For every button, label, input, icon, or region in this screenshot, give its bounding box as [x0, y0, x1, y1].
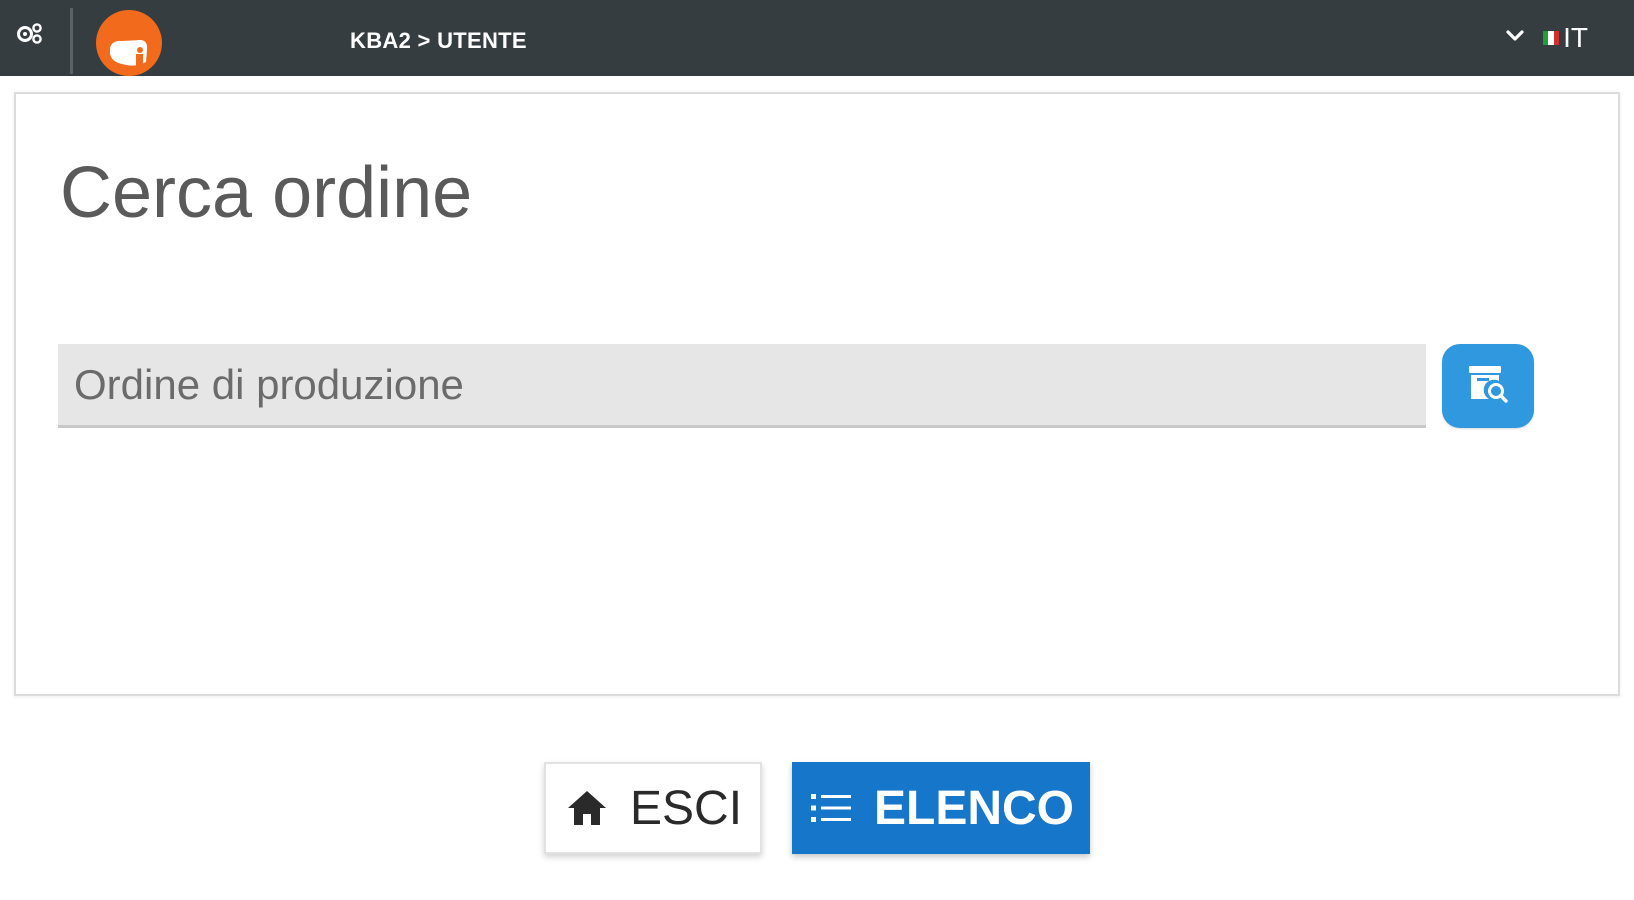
list-button-label: ELENCO — [874, 781, 1075, 835]
settings-button[interactable] — [8, 14, 52, 58]
page-title: Cerca ordine — [60, 153, 473, 233]
exit-button-label: ESCI — [630, 781, 743, 835]
breadcrumb: KBA2 > UTENTE — [350, 28, 527, 53]
exit-button[interactable]: ESCI — [544, 762, 762, 854]
language-code: IT — [1563, 22, 1588, 53]
archive-search-icon — [1465, 363, 1511, 410]
list-icon — [810, 791, 852, 825]
home-icon — [566, 789, 608, 827]
language-selector[interactable]: IT — [1505, 24, 1588, 52]
search-order-button[interactable] — [1442, 344, 1534, 428]
chevron-down-icon — [1505, 29, 1525, 48]
top-bar: KBA2 > UTENTE IT — [0, 0, 1634, 76]
app-logo[interactable] — [96, 10, 162, 76]
list-button[interactable]: ELENCO — [792, 762, 1090, 854]
search-order-card: Cerca ordine — [14, 92, 1620, 696]
italy-flag-icon — [1543, 31, 1560, 45]
gears-icon — [16, 22, 44, 51]
production-order-input[interactable] — [58, 344, 1426, 428]
header-divider — [70, 8, 73, 74]
flag-stripe-red — [1553, 31, 1560, 45]
